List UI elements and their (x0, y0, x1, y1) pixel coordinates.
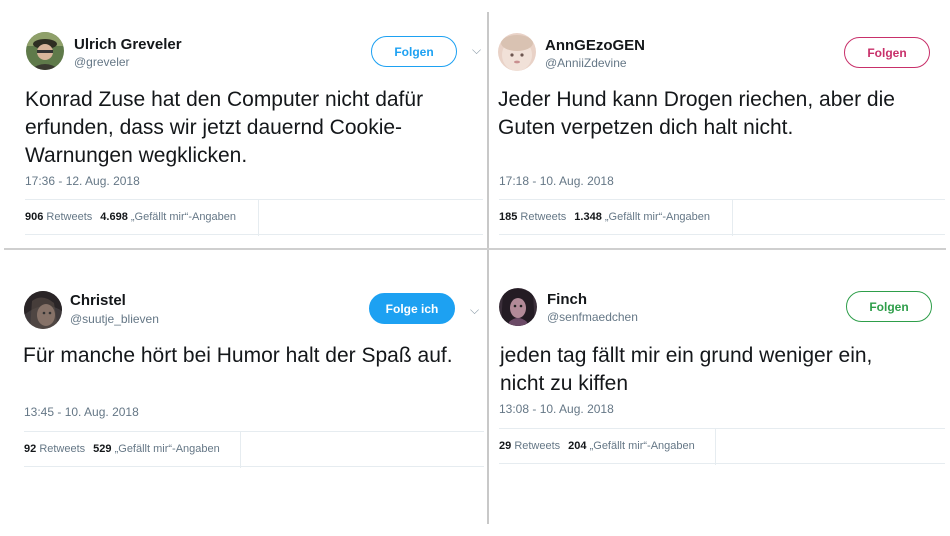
retweet-label: Retweets (514, 440, 561, 452)
tweet-text: Für manche hört bei Humor halt der Spaß … (23, 342, 483, 370)
retweet-number: 185 (499, 211, 518, 223)
timestamp[interactable]: 13:08 - 10. Aug. 2018 (499, 402, 614, 416)
follow-button[interactable]: Folgen (844, 37, 930, 68)
retweet-count[interactable]: 185 Retweets (499, 211, 566, 223)
tweet-text: Jeder Hund kann Drogen riechen, aber die… (498, 86, 938, 142)
tweet-text: jeden tag fällt mir ein grund weniger ei… (500, 342, 940, 398)
like-number: 4.698 (100, 211, 128, 223)
user-handle[interactable]: @greveler (74, 55, 130, 69)
follow-button[interactable]: Folgen (371, 36, 457, 67)
chevron-down-icon[interactable]: ⌵ (472, 43, 481, 58)
like-label: „Gefällt mir“-Angaben (604, 211, 711, 223)
stats-separator (715, 429, 716, 465)
like-number: 204 (568, 440, 587, 452)
like-number: 1.348 (574, 211, 602, 223)
tweet-text-line: nicht zu kiffen (500, 372, 629, 395)
like-count[interactable]: 204 „Gefällt mir“-Angaben (568, 440, 695, 452)
timestamp[interactable]: 13:45 - 10. Aug. 2018 (24, 405, 139, 419)
timestamp[interactable]: 17:36 - 12. Aug. 2018 (25, 174, 140, 188)
timestamp[interactable]: 17:18 - 10. Aug. 2018 (499, 174, 614, 188)
tweet-stats: 92 Retweets 529 „Gefällt mir“-Angaben (24, 431, 484, 468)
tweet-text-line: Guten verpetzen dich halt nicht. (498, 116, 794, 139)
tweet-text-line: erfunden, dass wir jetzt dauernd Cookie- (25, 116, 403, 139)
user-handle[interactable]: @suutje_blieven (70, 312, 159, 326)
chevron-down-icon[interactable]: ⌵ (470, 303, 479, 318)
tweet-text: Konrad Zuse hat den Computer nicht dafür… (25, 86, 475, 170)
tweet-stats: 29 Retweets 204 „Gefällt mir“-Angaben (499, 428, 945, 465)
retweet-count[interactable]: 29 Retweets (499, 440, 560, 452)
retweet-number: 92 (24, 443, 37, 455)
tweet-text-line: jeden tag fällt mir ein grund weniger ei… (500, 344, 873, 367)
retweet-label: Retweets (46, 211, 93, 223)
user-handle[interactable]: @senfmaedchen (547, 310, 638, 324)
tweet-card: Ulrich Greveler @greveler Folgen ⌵ Konra… (0, 0, 487, 248)
display-name[interactable]: Finch (547, 291, 587, 308)
avatar[interactable] (26, 32, 64, 70)
tweet-text-line: Konrad Zuse hat den Computer nicht dafür (25, 88, 424, 111)
tweet-text-line: Jeder Hund kann Drogen riechen, aber die (498, 88, 895, 111)
retweet-label: Retweets (520, 211, 567, 223)
like-label: „Gefällt mir“-Angaben (589, 440, 695, 452)
retweet-label: Retweets (39, 443, 86, 455)
retweet-count[interactable]: 906 Retweets (25, 211, 92, 223)
stats-separator (258, 200, 259, 236)
user-handle[interactable]: @AnniiZdevine (545, 56, 627, 70)
stats-separator (732, 200, 733, 236)
like-number: 529 (93, 443, 112, 455)
retweet-number: 29 (499, 440, 512, 452)
avatar[interactable] (499, 288, 537, 326)
like-count[interactable]: 529 „Gefällt mir“-Angaben (93, 443, 220, 455)
tweet-stats: 906 Retweets 4.698 „Gefällt mir“-Angaben (25, 199, 483, 236)
tweet-card: AnnGEzoGEN @AnniiZdevine Folgen Jeder Hu… (489, 0, 950, 248)
avatar[interactable] (498, 33, 536, 71)
tweet-card: Finch @senfmaedchen Folgen jeden tag fäl… (489, 250, 950, 536)
display-name[interactable]: AnnGEzoGEN (545, 37, 645, 54)
following-button[interactable]: Folge ich (369, 293, 455, 324)
like-label: „Gefällt mir“-Angaben (114, 443, 220, 455)
stats-separator (240, 432, 241, 468)
like-label: „Gefällt mir“-Angaben (130, 211, 237, 223)
avatar[interactable] (24, 291, 62, 329)
display-name[interactable]: Christel (70, 292, 126, 309)
retweet-count[interactable]: 92 Retweets (24, 443, 85, 455)
like-count[interactable]: 1.348 „Gefällt mir“-Angaben (574, 211, 710, 223)
tweet-text-line: Für manche hört bei Humor halt der Spaß … (23, 344, 453, 367)
follow-button[interactable]: Folgen (846, 291, 932, 322)
display-name[interactable]: Ulrich Greveler (74, 36, 182, 53)
tweet-text-line: Warnungen wegklicken. (25, 144, 248, 167)
tweet-stats: 185 Retweets 1.348 „Gefällt mir“-Angaben (499, 199, 945, 236)
retweet-number: 906 (25, 211, 44, 223)
tweet-card: Christel @suutje_blieven Folge ich ⌵ Für… (0, 250, 487, 536)
like-count[interactable]: 4.698 „Gefällt mir“-Angaben (100, 211, 236, 223)
